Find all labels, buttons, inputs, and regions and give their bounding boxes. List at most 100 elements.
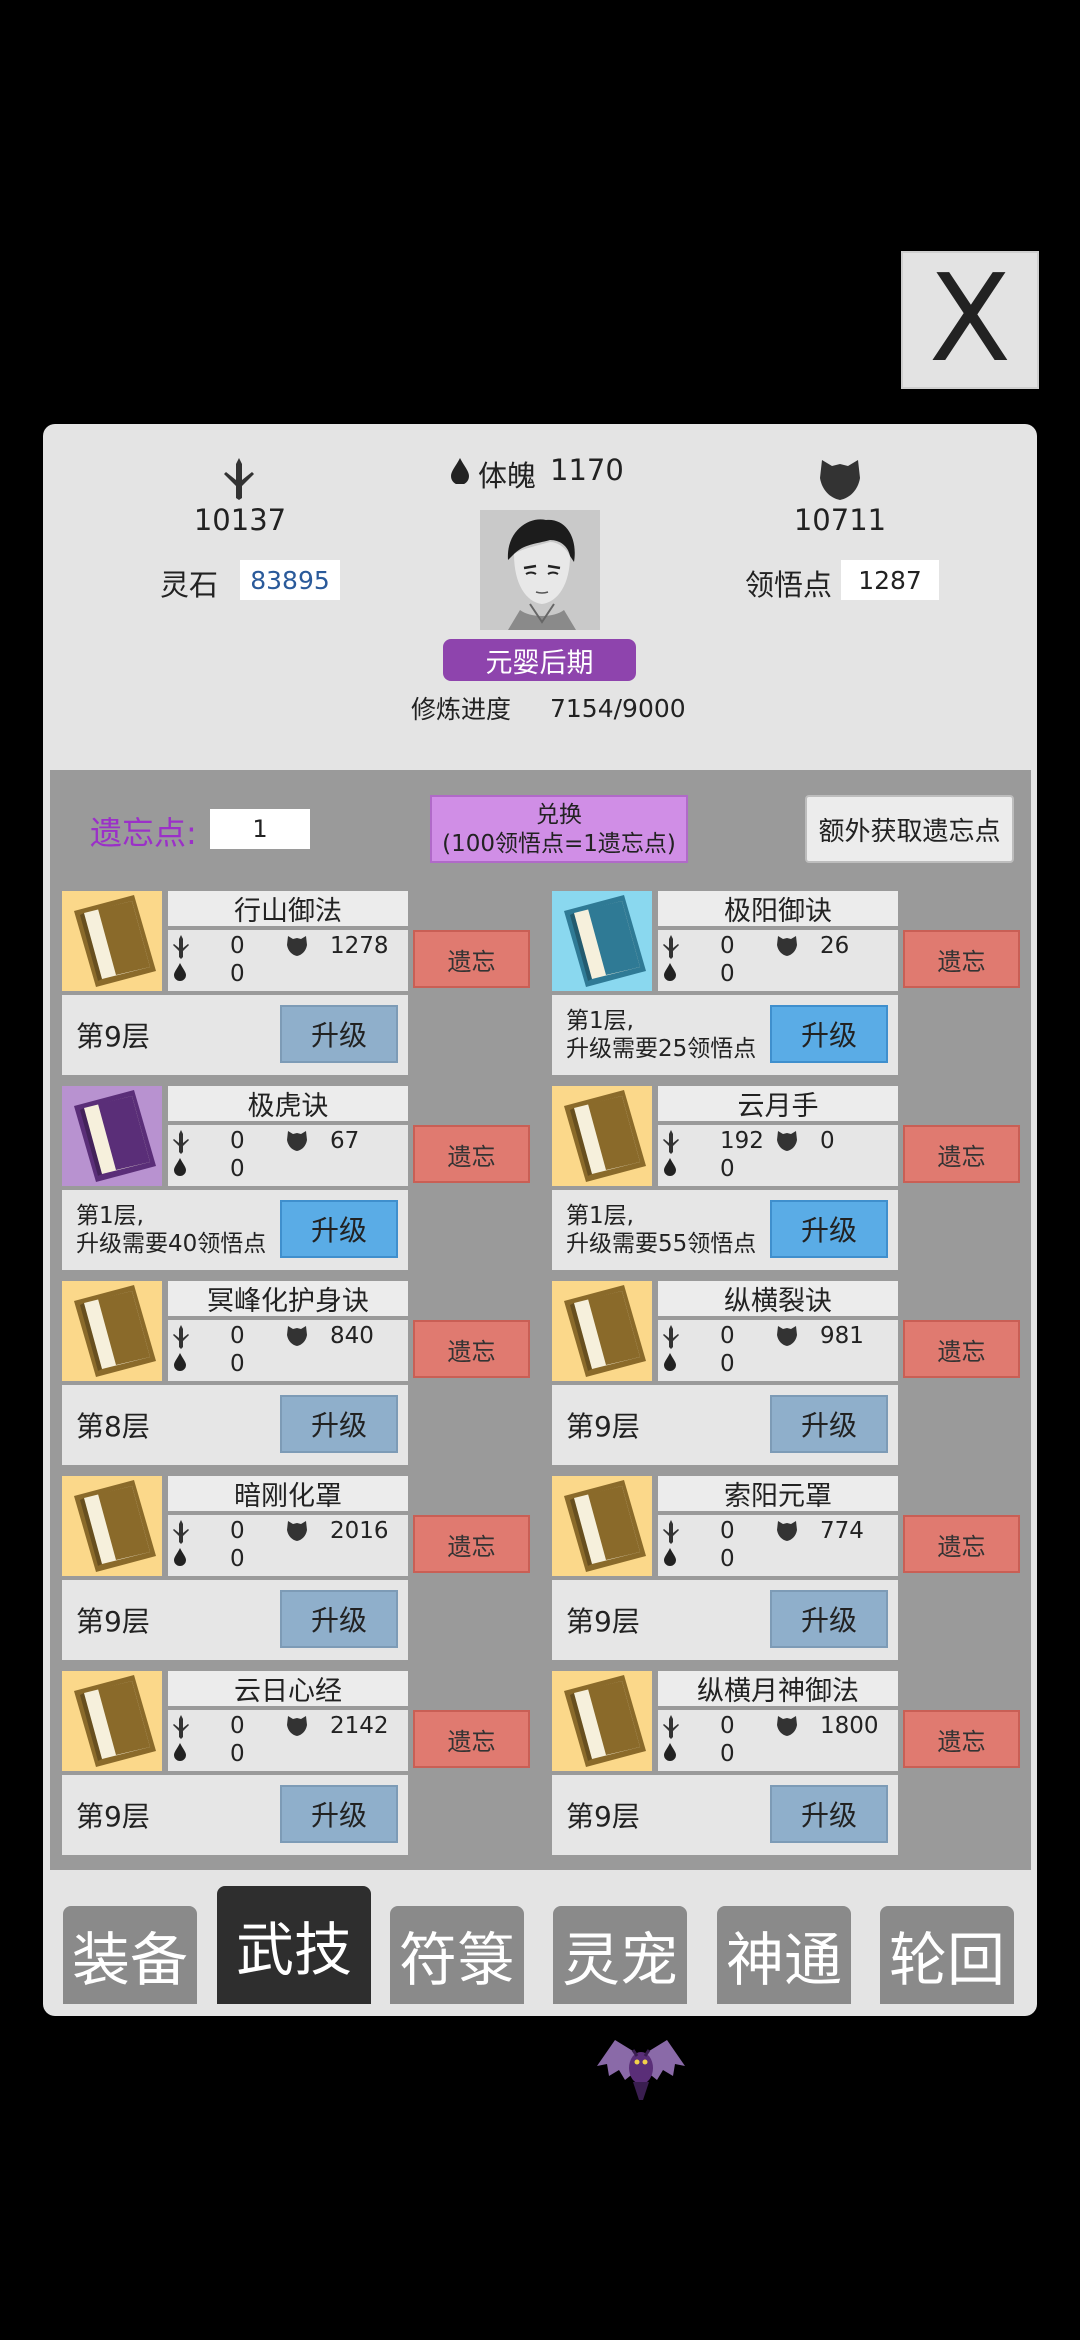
upgrade-button[interactable]: 升级 <box>770 1785 888 1843</box>
skill-stats: 0 2142 0 <box>168 1710 408 1771</box>
skill-layer: 第9层 <box>566 1800 640 1833</box>
skill-stats: 0 774 0 <box>658 1515 898 1576</box>
skill-hp: 0 <box>230 1546 245 1572</box>
skill-name: 云月手 <box>658 1086 898 1122</box>
insight-label: 领悟点 <box>745 568 833 602</box>
progress-value: 7154/9000 <box>550 694 686 723</box>
skill-name: 冥峰化护身诀 <box>168 1281 408 1317</box>
tab-5[interactable]: 轮回 <box>880 1906 1014 2004</box>
forget-button[interactable]: 遗忘 <box>413 1125 530 1183</box>
skill-name: 纵横月神御法 <box>658 1671 898 1707</box>
skill-defense: 1800 <box>820 1713 879 1739</box>
skill-hp: 0 <box>230 961 245 987</box>
skill-stats: 0 2016 0 <box>168 1515 408 1576</box>
body-value: 1170 <box>550 453 624 487</box>
shield-icon <box>287 1326 307 1346</box>
skill-defense: 0 <box>820 1128 835 1154</box>
tab-3[interactable]: 灵宠 <box>553 1906 687 2004</box>
upgrade-button[interactable]: 升级 <box>770 1005 888 1063</box>
spirit-stone-value: 83895 <box>240 560 340 600</box>
skill-layer: 第9层 <box>76 1605 150 1638</box>
skill-defense: 2142 <box>330 1713 389 1739</box>
exchange-button[interactable]: 兑换 (100领悟点=1遗忘点) <box>430 795 688 863</box>
skill-layer: 第1层, 升级需要40领悟点 <box>76 1203 267 1257</box>
sword-icon <box>222 458 256 504</box>
skill-hp: 0 <box>720 1156 735 1182</box>
skill-level-panel: 第9层 升级 <box>552 1580 898 1660</box>
exchange-label: 兑换 <box>536 802 582 828</box>
skill-stats: 0 840 0 <box>168 1320 408 1381</box>
skill-defense: 67 <box>330 1128 360 1154</box>
forget-button[interactable]: 遗忘 <box>903 1125 1020 1183</box>
sword-icon <box>173 1325 189 1349</box>
forget-points-value: 1 <box>210 809 310 849</box>
sword-icon <box>173 1715 189 1739</box>
skill-attack: 192 <box>720 1128 764 1154</box>
skill-layer: 第1层, 升级需要55领悟点 <box>566 1203 757 1257</box>
upgrade-button[interactable]: 升级 <box>770 1200 888 1258</box>
skill-name: 索阳元罩 <box>658 1476 898 1512</box>
skill-hp: 0 <box>720 1546 735 1572</box>
skill-level-panel: 第1层, 升级需要55领悟点 升级 <box>552 1190 898 1270</box>
drop-icon <box>174 1353 186 1371</box>
tab-2[interactable]: 符箓 <box>390 1906 524 2004</box>
skill-hp: 0 <box>230 1156 245 1182</box>
shield-icon <box>287 1521 307 1541</box>
forget-button[interactable]: 遗忘 <box>413 1320 530 1378</box>
forget-button[interactable]: 遗忘 <box>903 1515 1020 1573</box>
skill-attack: 0 <box>720 1713 735 1739</box>
upgrade-button[interactable]: 升级 <box>770 1395 888 1453</box>
tab-0[interactable]: 装备 <box>63 1906 197 2004</box>
forget-button[interactable]: 遗忘 <box>903 1320 1020 1378</box>
upgrade-button[interactable]: 升级 <box>280 1785 398 1843</box>
defense-value: 10711 <box>793 503 887 537</box>
shield-icon <box>777 936 797 956</box>
forget-button[interactable]: 遗忘 <box>413 1515 530 1573</box>
upgrade-button[interactable]: 升级 <box>280 1005 398 1063</box>
skill-layer: 第1层, 升级需要25领悟点 <box>566 1008 757 1062</box>
upgrade-button[interactable]: 升级 <box>770 1590 888 1648</box>
skill-attack: 0 <box>720 1518 735 1544</box>
drop-icon <box>174 1158 186 1176</box>
skill-stats: 0 67 0 <box>168 1125 408 1186</box>
shield-icon <box>818 458 862 504</box>
upgrade-button[interactable]: 升级 <box>280 1395 398 1453</box>
skill-layer: 第8层 <box>76 1410 150 1443</box>
shield-icon <box>777 1326 797 1346</box>
skill-hp: 0 <box>720 961 735 987</box>
insight-value: 1287 <box>841 560 939 600</box>
attack-value: 10137 <box>193 503 287 537</box>
skill-defense: 26 <box>820 933 850 959</box>
skill-name: 纵横裂诀 <box>658 1281 898 1317</box>
skill-hp: 0 <box>230 1351 245 1377</box>
upgrade-button[interactable]: 升级 <box>280 1200 398 1258</box>
forget-button[interactable]: 遗忘 <box>903 1710 1020 1768</box>
skill-attack: 0 <box>230 1518 245 1544</box>
upgrade-button[interactable]: 升级 <box>280 1590 398 1648</box>
drop-icon <box>664 1743 676 1761</box>
skill-book-icon <box>552 1671 652 1771</box>
skill-book-icon <box>62 1281 162 1381</box>
skill-name: 暗刚化罩 <box>168 1476 408 1512</box>
shield-icon <box>777 1131 797 1151</box>
tab-1[interactable]: 武技 <box>217 1886 371 2004</box>
forget-points-label: 遗忘点: <box>90 814 197 852</box>
drop-icon <box>664 963 676 981</box>
sword-icon <box>663 935 679 959</box>
forget-button[interactable]: 遗忘 <box>413 1710 530 1768</box>
sword-icon <box>663 1325 679 1349</box>
skill-stats: 0 26 0 <box>658 930 898 991</box>
forget-button[interactable]: 遗忘 <box>413 930 530 988</box>
close-icon: X <box>928 250 1012 389</box>
body-label: 体魄 <box>478 459 537 493</box>
forget-button[interactable]: 遗忘 <box>903 930 1020 988</box>
skill-book-icon <box>62 1086 162 1186</box>
extra-forget-points-button[interactable]: 额外获取遗忘点 <box>805 795 1014 863</box>
drop-icon <box>174 1743 186 1761</box>
shield-icon <box>777 1521 797 1541</box>
skill-stats: 0 981 0 <box>658 1320 898 1381</box>
close-button[interactable]: X <box>901 251 1039 389</box>
tab-4[interactable]: 神通 <box>717 1906 851 2004</box>
skill-name: 极虎诀 <box>168 1086 408 1122</box>
skill-book-icon <box>552 891 652 991</box>
